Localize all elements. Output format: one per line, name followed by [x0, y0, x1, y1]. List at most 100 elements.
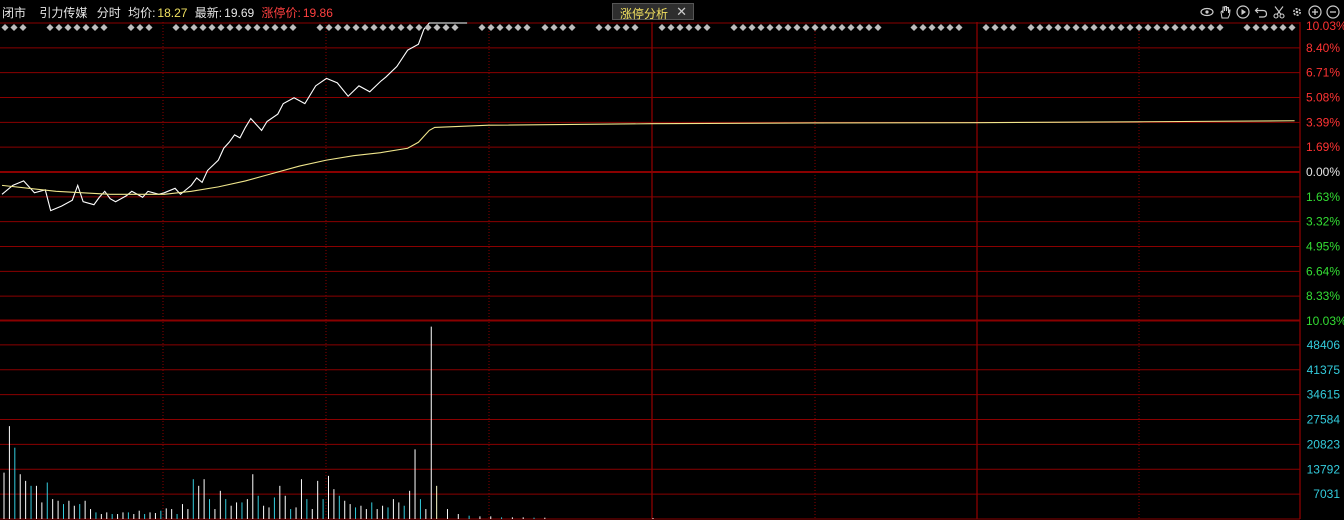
limit-diamond	[172, 23, 180, 32]
limit-diamond	[253, 23, 261, 32]
limit-diamond	[784, 23, 792, 32]
limit-diamond	[793, 23, 801, 32]
limit-diamond	[478, 23, 486, 32]
limit-diamond	[406, 23, 414, 32]
limit-diamond	[208, 23, 216, 32]
play-icon[interactable]	[1235, 4, 1250, 19]
limit-diamond	[1108, 23, 1116, 32]
price-panel	[1, 22, 1295, 212]
limit-diamond	[955, 23, 963, 32]
y-tick-label: 1.69%	[1306, 140, 1340, 154]
avg-price-label: 均价:	[128, 6, 156, 20]
limit-diamond	[856, 23, 864, 32]
volume-tick-label: 34615	[1307, 388, 1341, 402]
limit-diamond	[937, 23, 945, 32]
limit-diamond	[1117, 23, 1125, 32]
y-tick-label: 8.33%	[1306, 289, 1340, 303]
limit-diamond	[271, 23, 279, 32]
limit-diamond	[1063, 23, 1071, 32]
hand-icon[interactable]	[1217, 4, 1232, 19]
limit-diamond	[262, 23, 270, 32]
y-tick-label: 1.63%	[1306, 190, 1340, 204]
limit-diamond	[910, 23, 918, 32]
y-axis-labels: 10.03% 8.40% 6.71% 5.08% 3.39% 1.69% 0.00% 1.63…	[1306, 19, 1344, 501]
volume-tick-label: 41375	[1307, 363, 1341, 377]
limit-diamond	[1171, 23, 1179, 32]
limit-diamond	[1036, 23, 1044, 32]
limit-diamond	[190, 23, 198, 32]
y-tick-label: 6.71%	[1306, 66, 1340, 80]
limit-diamond	[397, 23, 405, 32]
limit-diamond	[829, 23, 837, 32]
limit-diamond	[622, 23, 630, 32]
limit-diamond	[235, 23, 243, 32]
limit-diamond	[1009, 23, 1017, 32]
limit-diamond	[100, 23, 108, 32]
y-tick-label: 3.39%	[1306, 115, 1340, 129]
limit-diamond	[415, 23, 423, 32]
chart-toolbar	[1199, 4, 1340, 20]
volume-tick-label: 20823	[1307, 437, 1341, 451]
limit-diamond	[1243, 23, 1251, 32]
y-tick-label: 5.08%	[1306, 91, 1340, 105]
limit-diamond	[739, 23, 747, 32]
limit-diamond	[631, 23, 639, 32]
limit-diamond	[811, 23, 819, 32]
y-tick-label: 6.64%	[1306, 264, 1340, 278]
volume-tick-label: 7031	[1313, 487, 1340, 501]
limit-diamond	[847, 23, 855, 32]
scissors-icon[interactable]	[1271, 4, 1286, 19]
limit-diamond	[1288, 23, 1296, 32]
volume-tick-label: 48406	[1307, 338, 1341, 352]
volume-tick-label: 13792	[1307, 462, 1341, 476]
limit-diamond	[145, 23, 153, 32]
y-tick-label: 10.03%	[1306, 314, 1344, 328]
close-icon[interactable]: ✕	[676, 4, 687, 20]
limit-diamond	[874, 23, 882, 32]
undo-icon[interactable]	[1253, 4, 1268, 19]
limit-diamond	[568, 23, 576, 32]
volume-panel	[3, 326, 654, 519]
stock-name[interactable]: 引力传媒	[39, 6, 87, 20]
limit-diamond	[838, 23, 846, 32]
eye-icon[interactable]	[1199, 4, 1214, 19]
limit-diamond	[1153, 23, 1161, 32]
limit-diamond	[748, 23, 756, 32]
limit-diamond	[730, 23, 738, 32]
limit-diamond	[550, 23, 558, 32]
limit-diamond	[451, 23, 459, 32]
limit-diamond	[442, 23, 450, 32]
limit-diamond	[541, 23, 549, 32]
zoom-in-icon[interactable]	[1307, 4, 1322, 19]
limit-diamond	[1279, 23, 1287, 32]
limit-diamond	[1198, 23, 1206, 32]
limit-diamond	[352, 23, 360, 32]
tab-label[interactable]: 涨停分析	[620, 5, 668, 22]
limit-diamond	[802, 23, 810, 32]
limit-diamond	[1216, 23, 1224, 32]
price-line	[1, 22, 468, 212]
limit-diamond	[10, 23, 18, 32]
intraday-chart[interactable]: 10.03% 8.40% 6.71% 5.08% 3.39% 1.69% 0.00% 1.63…	[0, 0, 1344, 520]
limit-diamond	[1045, 23, 1053, 32]
limit-diamond	[982, 23, 990, 32]
limit-diamond	[766, 23, 774, 32]
average-price-line	[1, 120, 1295, 195]
limit-diamond	[991, 23, 999, 32]
settings-icon[interactable]	[1289, 4, 1304, 19]
limit-diamond	[82, 23, 90, 32]
limit-diamond	[55, 23, 63, 32]
limit-diamond	[1054, 23, 1062, 32]
chart-mode[interactable]: 分时	[97, 6, 121, 20]
limit-diamond	[316, 23, 324, 32]
zoom-out-icon[interactable]	[1325, 4, 1340, 19]
limit-diamond	[181, 23, 189, 32]
limit-diamond	[1072, 23, 1080, 32]
limit-diamond	[505, 23, 513, 32]
limit-diamond	[64, 23, 72, 32]
limit-analysis-tab[interactable]: 涨停分析 ✕	[612, 3, 694, 22]
limit-diamond	[1189, 23, 1197, 32]
limit-diamond	[91, 23, 99, 32]
limit-diamond	[325, 23, 333, 32]
limit-diamond	[199, 23, 207, 32]
